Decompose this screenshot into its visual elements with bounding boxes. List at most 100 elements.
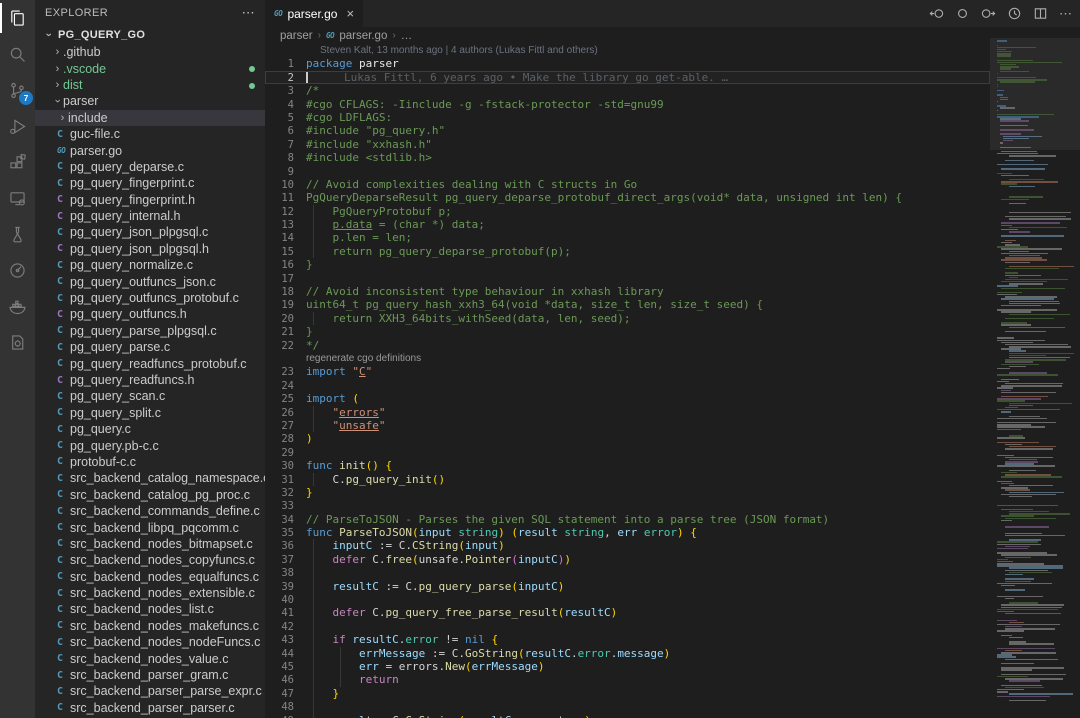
search-icon[interactable] [0, 36, 35, 72]
code-line[interactable]: 40 [265, 593, 990, 606]
git-graph-icon[interactable] [0, 252, 35, 288]
code-line[interactable]: 25import ( [265, 392, 990, 405]
timeline-icon[interactable] [1007, 6, 1022, 21]
code-line[interactable]: 47 } [265, 687, 990, 700]
tree-file-pg_query_outfuncs_protobuf.c[interactable]: Cpg_query_outfuncs_protobuf.c [35, 290, 265, 306]
breadcrumb-file[interactable]: parser.go [339, 30, 387, 42]
tree-file-src_backend_nodes_value.c[interactable]: Csrc_backend_nodes_value.c [35, 650, 265, 666]
testing-flask-icon[interactable] [0, 216, 35, 252]
tree-file-pg_query_json_plpgsql.c[interactable]: Cpg_query_json_plpgsql.c [35, 224, 265, 240]
tree-file-src_backend_nodes_extensible.c[interactable]: Csrc_backend_nodes_extensible.c [35, 585, 265, 601]
tree-file-src_backend_nodes_nodeFuncs.c[interactable]: Csrc_backend_nodes_nodeFuncs.c [35, 634, 265, 650]
tree-file-pg_query_readfuncs_protobuf.c[interactable]: Cpg_query_readfuncs_protobuf.c [35, 355, 265, 371]
tree-file-src_backend_nodes_equalfuncs.c[interactable]: Csrc_backend_nodes_equalfuncs.c [35, 569, 265, 585]
code-line[interactable]: 8#include <stdlib.h> [265, 151, 990, 164]
code-line[interactable]: 28) [265, 432, 990, 445]
tree-file-src_backend_commands_define.c[interactable]: Csrc_backend_commands_define.c [35, 503, 265, 519]
code-line[interactable]: 26 "errors" [265, 406, 990, 419]
source-control-icon[interactable]: 7 [0, 72, 35, 108]
tree-file-pg_query_split.c[interactable]: Cpg_query_split.c [35, 405, 265, 421]
code-line[interactable]: 18// Avoid inconsistent type behaviour i… [265, 285, 990, 298]
tree-folder-.vscode[interactable]: ›.vscode [35, 60, 265, 76]
code-line[interactable]: 7#include "xxhash.h" [265, 138, 990, 151]
breadcrumb-folder[interactable]: parser [280, 30, 313, 42]
code-line[interactable]: 16} [265, 258, 990, 271]
tree-file-pg_query_deparse.c[interactable]: Cpg_query_deparse.c [35, 159, 265, 175]
tree-file-pg_query_json_plpgsql.h[interactable]: Cpg_query_json_plpgsql.h [35, 241, 265, 257]
tree-folder-.github[interactable]: ›.github [35, 44, 265, 60]
tree-folder-parser[interactable]: ›parser [35, 93, 265, 109]
code-line[interactable]: 41 defer C.pg_query_free_parse_result(re… [265, 606, 990, 619]
tree-file-parser.go[interactable]: GOparser.go [35, 142, 265, 158]
code-line[interactable]: 45 err = errors.New(errMessage) [265, 660, 990, 673]
tree-file-pg_query_readfuncs.h[interactable]: Cpg_query_readfuncs.h [35, 372, 265, 388]
code-line[interactable]: 3/* [265, 84, 990, 97]
extensions-icon[interactable] [0, 144, 35, 180]
code-line[interactable]: 11PgQueryDeparseResult pg_query_deparse_… [265, 191, 990, 204]
tree-file-pg_query_normalize.c[interactable]: Cpg_query_normalize.c [35, 257, 265, 273]
code-line[interactable]: 6#include "pg_query.h" [265, 124, 990, 137]
tree-file-src_backend_catalog_pg_proc.c[interactable]: Csrc_backend_catalog_pg_proc.c [35, 487, 265, 503]
code-line[interactable]: 21} [265, 325, 990, 338]
code-line[interactable]: 29 [265, 446, 990, 459]
tree-file-src_backend_nodes_bitmapset.c[interactable]: Csrc_backend_nodes_bitmapset.c [35, 536, 265, 552]
code-line[interactable]: 9 [265, 165, 990, 178]
codelens-link[interactable]: regenerate cgo definitions [265, 352, 990, 365]
tree-file-src_backend_nodes_copyfuncs.c[interactable]: Csrc_backend_nodes_copyfuncs.c [35, 552, 265, 568]
tree-file-src_backend_parser_parse_expr.c[interactable]: Csrc_backend_parser_parse_expr.c [35, 683, 265, 699]
code-line[interactable]: 19uint64_t pg_query_hash_xxh3_64(void *d… [265, 298, 990, 311]
docker-icon[interactable] [0, 288, 35, 324]
code-line[interactable]: 5#cgo LDFLAGS: [265, 111, 990, 124]
code-line[interactable]: 37 defer C.free(unsafe.Pointer(inputC)) [265, 553, 990, 566]
previous-change-icon[interactable] [929, 6, 944, 21]
tree-file-src_backend_nodes_makefuncs.c[interactable]: Csrc_backend_nodes_makefuncs.c [35, 618, 265, 634]
tree-file-pg_query_parse_plpgsql.c[interactable]: Cpg_query_parse_plpgsql.c [35, 323, 265, 339]
code-line[interactable]: 15 return pg_query_deparse_protobuf(p); [265, 245, 990, 258]
tree-file-pg_query_scan.c[interactable]: Cpg_query_scan.c [35, 388, 265, 404]
tree-file-protobuf-c.c[interactable]: Cprotobuf-c.c [35, 454, 265, 470]
open-changes-icon[interactable] [955, 6, 970, 21]
remote-explorer-icon[interactable] [0, 180, 35, 216]
tree-folder-include[interactable]: ›include [35, 110, 265, 126]
close-icon[interactable]: × [346, 6, 354, 21]
code-line[interactable]: 1package parser [265, 57, 990, 70]
tree-root-pg-query-go[interactable]: › PG_QUERY_GO [35, 26, 265, 44]
code-line[interactable]: 35func ParseToJSON(input string) (result… [265, 526, 990, 539]
code-line[interactable]: 33 [265, 499, 990, 512]
code-line[interactable]: 10// Avoid complexities dealing with C s… [265, 178, 990, 191]
tree-file-src_backend_parser_parser.c[interactable]: Csrc_backend_parser_parser.c [35, 700, 265, 716]
code-line[interactable]: 24 [265, 379, 990, 392]
code-line[interactable]: 30func init() { [265, 459, 990, 472]
code-line[interactable]: 31 C.pg_query_init() [265, 473, 990, 486]
code-line[interactable]: 27 "unsafe" [265, 419, 990, 432]
code-line[interactable]: 42 [265, 620, 990, 633]
code-line[interactable]: 4#cgo CFLAGS: -Iinclude -g -fstack-prote… [265, 98, 990, 111]
tab-parser-go[interactable]: GO parser.go × [265, 0, 363, 27]
code-editor[interactable]: Steven Kalt, 13 months ago | 4 authors (… [265, 44, 990, 718]
code-line[interactable]: 48 [265, 700, 990, 713]
tree-folder-dist[interactable]: ›dist [35, 77, 265, 93]
tree-file-pg_query_fingerprint.h[interactable]: Cpg_query_fingerprint.h [35, 192, 265, 208]
code-line[interactable]: 20 return XXH3_64bits_withSeed(data, len… [265, 312, 990, 325]
breadcrumb-symbol[interactable]: … [401, 30, 413, 42]
code-line[interactable]: 2Lukas Fittl, 6 years ago • Make the lib… [265, 71, 990, 84]
file-settings-icon[interactable] [0, 324, 35, 360]
tree-file-pg_query_internal.h[interactable]: Cpg_query_internal.h [35, 208, 265, 224]
tree-file-src_backend_nodes_list.c[interactable]: Csrc_backend_nodes_list.c [35, 601, 265, 617]
code-line[interactable]: 23import "C" [265, 365, 990, 378]
run-debug-icon[interactable] [0, 108, 35, 144]
code-line[interactable]: 12 PgQueryProtobuf p; [265, 205, 990, 218]
tree-file-pg_query_outfuncs_json.c[interactable]: Cpg_query_outfuncs_json.c [35, 273, 265, 289]
code-line[interactable]: 46 return [265, 673, 990, 686]
code-line[interactable]: 17 [265, 272, 990, 285]
tree-file-pg_query.c[interactable]: Cpg_query.c [35, 421, 265, 437]
more-actions-icon[interactable]: ⋯ [1059, 6, 1072, 22]
minimap[interactable] [990, 38, 1080, 718]
explorer-more-actions-icon[interactable]: ⋯ [242, 5, 255, 21]
code-line[interactable]: 44 errMessage := C.GoString(resultC.erro… [265, 647, 990, 660]
code-line[interactable]: 38 [265, 566, 990, 579]
tree-file-src_backend_catalog_namespace.c[interactable]: Csrc_backend_catalog_namespace.c [35, 470, 265, 486]
code-line[interactable]: 39 resultC := C.pg_query_parse(inputC) [265, 580, 990, 593]
code-line[interactable]: 43 if resultC.error != nil { [265, 633, 990, 646]
code-line[interactable]: 13 p.data = (char *) data; [265, 218, 990, 231]
